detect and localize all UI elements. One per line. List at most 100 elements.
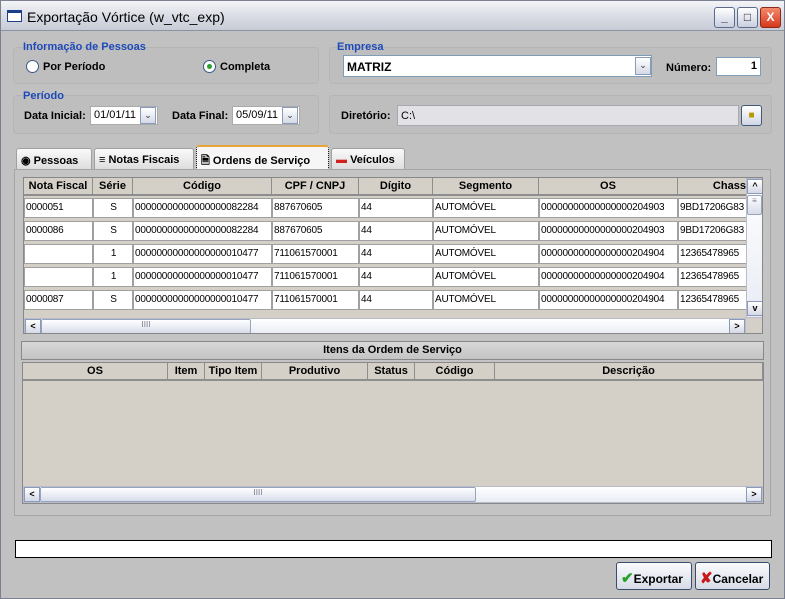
exportar-label: Exportar xyxy=(633,572,683,586)
horizontal-scroll-thumb[interactable]: IIII xyxy=(40,487,476,502)
table-cell[interactable] xyxy=(24,244,93,264)
table-cell[interactable]: 0000087 xyxy=(24,290,93,310)
title-bar: Exportação Vórtice (w_vtc_exp) _ □ X xyxy=(1,1,784,31)
column-header[interactable]: Código xyxy=(133,178,272,196)
radio-completa[interactable] xyxy=(203,60,216,73)
periodo-label: Período xyxy=(23,90,64,102)
table-cell[interactable]: 44 xyxy=(359,244,433,264)
radio-completa-label: Completa xyxy=(220,61,271,73)
table-cell[interactable]: 00000000000000000204904 xyxy=(539,290,678,310)
column-header[interactable]: OS xyxy=(23,363,168,381)
table-cell[interactable]: AUTOMÓVEL xyxy=(433,244,539,264)
column-header[interactable]: Tipo Item xyxy=(205,363,262,381)
table-cell[interactable]: S xyxy=(93,198,133,218)
table-cell[interactable]: 12365478965 xyxy=(678,290,750,310)
diretorio-input[interactable]: C:\ xyxy=(397,105,739,126)
table-cell[interactable]: 12365478965 xyxy=(678,244,750,264)
table-cell[interactable]: 711061570001 xyxy=(272,290,359,310)
tab-ordens-de-servico[interactable]: 🗎 Ordens de Serviço xyxy=(196,145,329,170)
tab-label: Ordens de Serviço xyxy=(212,155,311,167)
column-header[interactable]: Produtivo xyxy=(262,363,368,381)
data-inicial-chevron-icon[interactable]: ⌄ xyxy=(140,107,156,124)
table-cell[interactable]: 9BD17206G83 xyxy=(678,221,750,241)
exportar-button[interactable]: ✔Exportar xyxy=(616,562,692,590)
scroll-right-button[interactable]: > xyxy=(729,319,745,333)
table-cell[interactable]: 0000051 xyxy=(24,198,93,218)
itens-title: Itens da Ordem de Serviço xyxy=(21,341,764,360)
table-cell[interactable]: 44 xyxy=(359,290,433,310)
column-header[interactable]: Dígito xyxy=(359,178,433,196)
column-header[interactable]: Descrição xyxy=(495,363,763,381)
scroll-left-button[interactable]: < xyxy=(25,319,41,333)
tab-label: Pessoas xyxy=(33,155,79,167)
person-icon: ◉ xyxy=(21,155,34,167)
empresa-dropdown-chevron-icon[interactable]: ⌄ xyxy=(635,57,651,75)
table-cell[interactable]: 44 xyxy=(359,221,433,241)
maximize-button[interactable]: □ xyxy=(737,7,758,28)
table-cell[interactable]: 1 xyxy=(93,267,133,287)
table-cell[interactable]: 44 xyxy=(359,198,433,218)
close-button[interactable]: X xyxy=(760,7,781,28)
scroll-down-button[interactable]: v xyxy=(747,301,762,316)
table-cell[interactable]: S xyxy=(93,221,133,241)
scroll-right-button[interactable]: > xyxy=(746,487,762,502)
table-cell[interactable]: 00000000000000000082284 xyxy=(133,198,272,218)
table-cell[interactable]: AUTOMÓVEL xyxy=(433,267,539,287)
table-cell[interactable]: 887670605 xyxy=(272,221,359,241)
table-cell[interactable]: 9BD17206G83 xyxy=(678,198,750,218)
window-icon xyxy=(7,10,22,22)
data-final-chevron-icon[interactable]: ⌄ xyxy=(282,107,298,124)
scroll-up-button[interactable]: ^ xyxy=(747,179,762,194)
table-cell[interactable]: 00000000000000000010477 xyxy=(133,244,272,264)
table-cell[interactable]: 711061570001 xyxy=(272,267,359,287)
diretorio-label: Diretório: xyxy=(341,110,391,122)
table-cell[interactable]: 00000000000000000010477 xyxy=(133,267,272,287)
minimize-button[interactable]: _ xyxy=(714,7,735,28)
table-cell[interactable]: 00000000000000000204904 xyxy=(539,244,678,264)
table-cell[interactable]: 00000000000000000204903 xyxy=(539,198,678,218)
table-cell[interactable]: 711061570001 xyxy=(272,244,359,264)
table-cell[interactable]: 0000086 xyxy=(24,221,93,241)
table-cell[interactable]: 44 xyxy=(359,267,433,287)
table-cell[interactable]: 00000000000000000204904 xyxy=(539,267,678,287)
tab-veiculos[interactable]: ▬ Veículos xyxy=(331,148,405,170)
car-icon: ▬ xyxy=(336,154,351,166)
table-cell[interactable]: AUTOMÓVEL xyxy=(433,290,539,310)
table-cell[interactable]: 00000000000000000010477 xyxy=(133,290,272,310)
tab-pessoas[interactable]: ◉ Pessoas xyxy=(16,148,92,170)
column-header[interactable]: Série xyxy=(93,178,133,196)
table-cell[interactable]: AUTOMÓVEL xyxy=(433,198,539,218)
column-header[interactable]: CPF / CNPJ xyxy=(272,178,359,196)
numero-input[interactable]: 1 xyxy=(716,57,761,76)
document-icon: 🗎 xyxy=(201,155,213,167)
table-cell[interactable]: 12365478965 xyxy=(678,267,750,287)
scroll-left-button[interactable]: < xyxy=(24,487,40,502)
column-header[interactable]: Status xyxy=(368,363,415,381)
column-header[interactable]: Código xyxy=(415,363,495,381)
column-header[interactable]: Nota Fiscal xyxy=(24,178,93,196)
window: Exportação Vórtice (w_vtc_exp) _ □ X Inf… xyxy=(0,0,785,599)
window-title: Exportação Vórtice (w_vtc_exp) xyxy=(27,9,225,25)
table-cell[interactable]: 887670605 xyxy=(272,198,359,218)
table-cell[interactable]: 00000000000000000204903 xyxy=(539,221,678,241)
horizontal-scroll-thumb[interactable]: IIII xyxy=(41,319,251,333)
column-header[interactable]: Chassi xyxy=(678,178,750,196)
empresa-select[interactable]: MATRIZ xyxy=(343,55,652,77)
numero-label: Número: xyxy=(666,62,712,74)
column-header[interactable]: OS xyxy=(539,178,678,196)
tab-notas-fiscais[interactable]: ≡ Notas Fiscais xyxy=(94,148,194,170)
table-cell[interactable]: 1 xyxy=(93,244,133,264)
table-cell[interactable]: AUTOMÓVEL xyxy=(433,221,539,241)
table-cell[interactable]: S xyxy=(93,290,133,310)
x-icon: ✘ xyxy=(700,570,713,587)
column-header[interactable]: Segmento xyxy=(433,178,539,196)
radio-por-periodo[interactable] xyxy=(26,60,39,73)
folder-browse-button[interactable]: ■ xyxy=(741,105,762,126)
table-cell[interactable] xyxy=(24,267,93,287)
table-cell[interactable]: 00000000000000000082284 xyxy=(133,221,272,241)
vertical-scroll-thumb[interactable]: ≡ xyxy=(747,195,762,215)
cancelar-button[interactable]: ✘Cancelar xyxy=(695,562,770,590)
column-header[interactable]: Item xyxy=(168,363,205,381)
folder-icon: ■ xyxy=(748,110,755,121)
checkmark-icon: ✔ xyxy=(621,570,634,587)
